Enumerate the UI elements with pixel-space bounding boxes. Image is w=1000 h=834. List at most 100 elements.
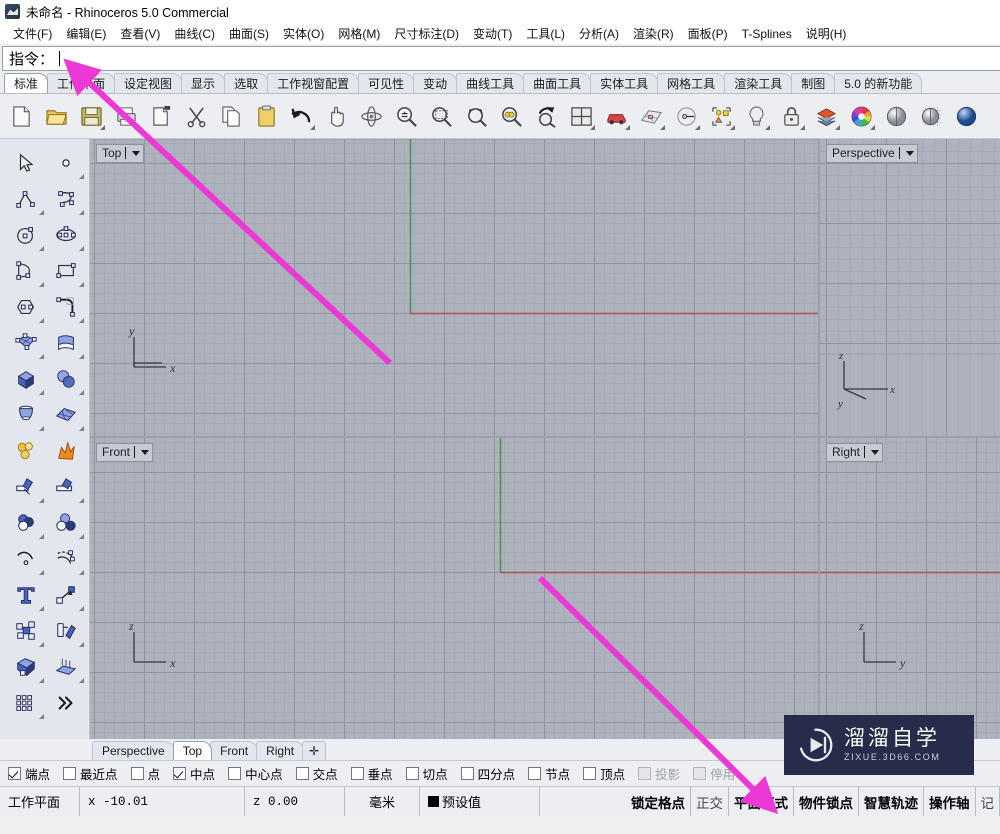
flyout-indicator[interactable] xyxy=(660,125,665,130)
statusbar-toggle-6[interactable]: 记 xyxy=(976,787,1000,816)
menu-item-5[interactable]: 实体(O) xyxy=(276,23,331,44)
osnap-checkbox-3[interactable] xyxy=(173,767,187,780)
osnap-checkbox-12[interactable] xyxy=(693,767,707,780)
osnap-7[interactable]: 切点 xyxy=(405,764,448,783)
menu-item-4[interactable]: 曲面(S) xyxy=(222,23,276,44)
front-viewport-label[interactable]: Front xyxy=(96,443,154,462)
text-tool-icon[interactable] xyxy=(6,577,46,613)
ghosted-sphere-icon[interactable] xyxy=(916,100,946,132)
grid-plane-icon[interactable] xyxy=(636,100,666,132)
layers-icon[interactable] xyxy=(811,100,841,132)
pan-hand-icon[interactable] xyxy=(321,100,351,132)
print-icon[interactable] xyxy=(111,100,141,132)
orient-icon[interactable] xyxy=(46,613,86,649)
top-viewport[interactable]: Top y x xyxy=(90,139,818,436)
flyout-indicator[interactable] xyxy=(730,125,735,130)
menu-item-6[interactable]: 网格(M) xyxy=(331,23,387,44)
light-bulb-icon[interactable] xyxy=(741,100,771,132)
new-file-icon[interactable] xyxy=(6,100,36,132)
osnap-checkbox-9[interactable] xyxy=(528,767,542,780)
flyout-indicator[interactable] xyxy=(765,125,770,130)
group-objects-icon[interactable] xyxy=(6,613,46,649)
flyout-indicator[interactable] xyxy=(39,570,44,575)
osnap-checkbox-6[interactable] xyxy=(350,767,364,780)
menu-item-2[interactable]: 查看(V) xyxy=(113,23,167,44)
lock-icon[interactable] xyxy=(776,100,806,132)
toolbar-tab-12[interactable]: 渲染工具 xyxy=(724,73,793,93)
flyout-indicator[interactable] xyxy=(39,534,44,539)
osnap-12[interactable]: 停用 xyxy=(693,764,735,783)
perspective-viewport[interactable]: Perspective z y x xyxy=(820,139,1000,436)
osnap-0[interactable]: 端点 xyxy=(8,764,50,783)
flyout-indicator[interactable] xyxy=(625,125,630,130)
flyout-indicator[interactable] xyxy=(79,174,84,179)
point-object-icon[interactable] xyxy=(46,145,86,181)
cap-solid-icon[interactable] xyxy=(6,649,46,685)
toolbar-tab-0[interactable]: 标准 xyxy=(4,73,49,93)
statusbar-toggle-1[interactable]: 正交 xyxy=(691,787,729,816)
menu-item-10[interactable]: 分析(A) xyxy=(572,23,626,44)
zoom-in-out-icon[interactable] xyxy=(391,100,421,132)
osnap-9[interactable]: 节点 xyxy=(528,764,570,783)
flyout-indicator[interactable] xyxy=(39,606,44,611)
curve-interpolate-icon[interactable] xyxy=(46,181,86,217)
flyout-indicator[interactable] xyxy=(39,714,44,719)
osnap-4[interactable]: 中心点 xyxy=(228,764,283,783)
flyout-indicator[interactable] xyxy=(39,354,44,359)
flyout-indicator[interactable] xyxy=(79,390,84,395)
osnap-5[interactable]: 交点 xyxy=(295,764,338,783)
color-wheel-icon[interactable] xyxy=(846,100,876,132)
menu-item-14[interactable]: 说明(H) xyxy=(799,23,854,44)
toolbar-tab-5[interactable]: 工作视窗配置 xyxy=(267,73,360,93)
toolbar-tab-6[interactable]: 可见性 xyxy=(358,73,415,93)
rectangle-icon[interactable] xyxy=(46,253,86,289)
zoom-window-icon[interactable] xyxy=(426,100,456,132)
units-indicator[interactable]: 毫米 xyxy=(345,787,420,816)
paste-clipboard-icon[interactable] xyxy=(251,100,281,132)
cplane-origin-icon[interactable] xyxy=(671,100,701,132)
osnap-10[interactable]: 顶点 xyxy=(583,764,625,783)
osnap-checkbox-7[interactable] xyxy=(405,767,419,780)
flyout-indicator[interactable] xyxy=(39,390,44,395)
menu-item-9[interactable]: 工具(L) xyxy=(519,23,572,44)
osnap-6[interactable]: 垂点 xyxy=(350,764,393,783)
toolbar-tab-10[interactable]: 实体工具 xyxy=(590,73,659,93)
undo-icon[interactable] xyxy=(286,100,316,132)
toolbar-tab-2[interactable]: 设定视图 xyxy=(114,73,183,93)
cplane-indicator[interactable]: 工作平面 xyxy=(0,787,80,816)
ellipse-icon[interactable] xyxy=(46,217,86,253)
array-curve-icon[interactable] xyxy=(46,541,86,577)
toolbar-tab-1[interactable]: 工作平面 xyxy=(47,73,116,93)
osnap-checkbox-1[interactable] xyxy=(63,767,77,780)
flyout-indicator[interactable] xyxy=(39,678,44,683)
osnap-8[interactable]: 四分点 xyxy=(460,764,515,783)
flyout-indicator[interactable] xyxy=(79,246,84,251)
viewport-tab-front[interactable]: Front xyxy=(210,741,259,760)
flyout-indicator[interactable] xyxy=(590,125,595,130)
menu-item-12[interactable]: 面板(P) xyxy=(681,23,735,44)
toolbar-tab-4[interactable]: 选取 xyxy=(224,73,269,93)
flyout-indicator[interactable] xyxy=(79,678,84,683)
perspective-viewport-label[interactable]: Perspective xyxy=(826,144,918,163)
zoom-extents-icon[interactable] xyxy=(461,100,491,132)
extrude-points-icon[interactable] xyxy=(46,649,86,685)
osnap-3[interactable]: 中点 xyxy=(173,764,215,783)
select-arrow-icon[interactable] xyxy=(6,145,46,181)
add-viewport-tab-button[interactable]: ✛ xyxy=(302,741,327,760)
toolbar-tab-11[interactable]: 网格工具 xyxy=(657,73,726,93)
rotate-view-icon[interactable] xyxy=(356,100,386,132)
copy-icon[interactable] xyxy=(216,100,246,132)
menu-item-0[interactable]: 文件(F) xyxy=(6,23,59,44)
polyline-icon[interactable] xyxy=(6,181,46,217)
flyout-indicator[interactable] xyxy=(39,246,44,251)
flyout-indicator[interactable] xyxy=(79,642,84,647)
flyout-indicator[interactable] xyxy=(835,125,840,130)
menu-item-13[interactable]: T-Splines xyxy=(735,25,799,43)
toolbar-tab-9[interactable]: 曲面工具 xyxy=(523,73,592,93)
command-input[interactable]: 指令： xyxy=(2,46,1000,71)
flyout-indicator[interactable] xyxy=(79,282,84,287)
mesh-plane-icon[interactable] xyxy=(46,397,86,433)
surface-from-points-icon[interactable] xyxy=(6,325,46,361)
box-solid-icon[interactable] xyxy=(6,361,46,397)
boolean-union-icon[interactable] xyxy=(46,361,86,397)
